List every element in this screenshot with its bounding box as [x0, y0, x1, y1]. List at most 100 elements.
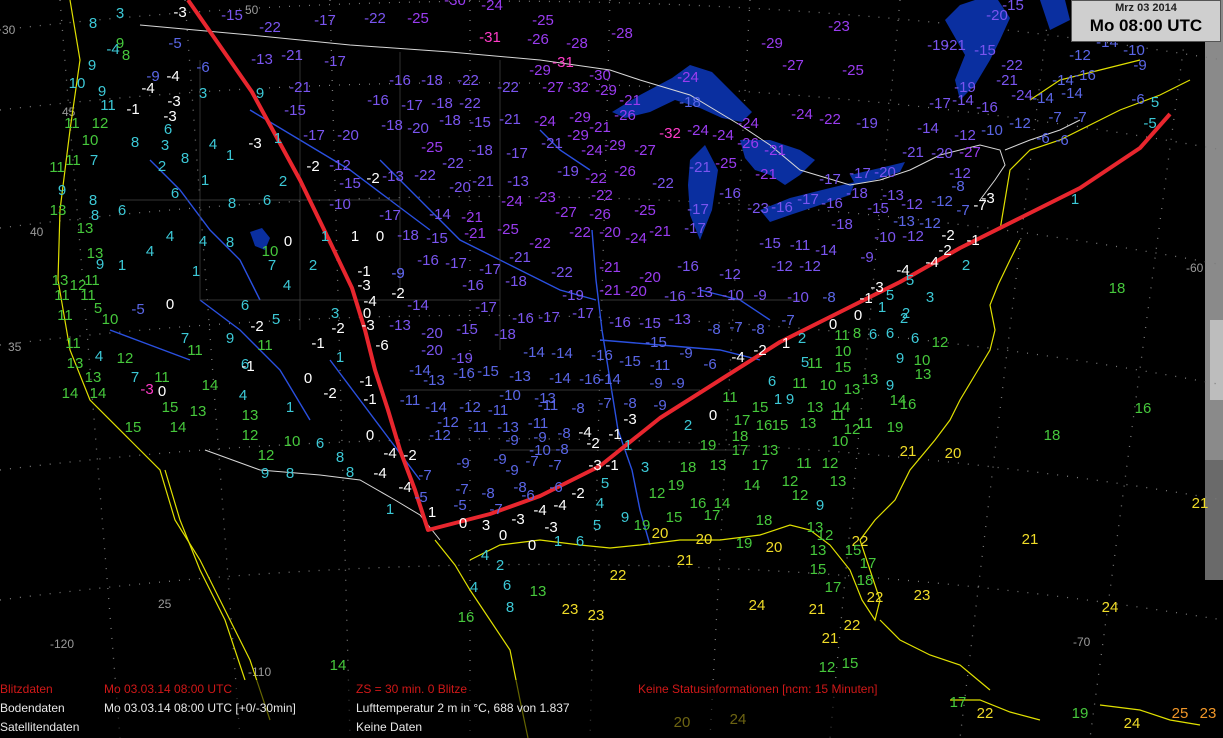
temperature-label: -2 [938, 242, 951, 259]
temperature-label: 10 [82, 132, 99, 149]
temperature-label: 11 [857, 415, 873, 432]
temperature-label: -8 [557, 425, 570, 442]
temperature-label: -17 [475, 299, 497, 316]
temperature-label: -11 [468, 419, 489, 436]
temperature-label: -3 [588, 457, 601, 474]
temperature-label: -15 [867, 200, 889, 217]
temperature-label: -25 [634, 202, 656, 219]
temperature-label: -17 [929, 95, 951, 112]
temperature-label: 2 [158, 158, 166, 175]
temperature-label: -1 [966, 232, 979, 249]
temperature-label: 9 [621, 509, 629, 526]
temperature-label: -17 [379, 207, 401, 224]
temperature-label: -2 [403, 447, 416, 464]
temperature-label: -22 [459, 95, 481, 112]
temperature-label: -16 [462, 277, 484, 294]
temperature-label: -24 [534, 113, 556, 130]
temperature-label: 2 [309, 257, 317, 274]
temperature-label: -19 [927, 37, 949, 54]
temperature-label: -29 [595, 82, 617, 99]
temperature-label: 17 [734, 412, 751, 429]
temperature-label: 14 [170, 419, 187, 436]
temperature-label: -12 [459, 399, 481, 416]
temperature-label: 12 [792, 487, 809, 504]
temperature-label: -15 [469, 114, 491, 131]
temperature-label: -22 [569, 224, 591, 241]
temperature-label: -14 [815, 242, 837, 259]
temperature-label: -1 [311, 335, 324, 352]
temperature-label: 17 [950, 694, 967, 711]
temperature-label: -21 [289, 79, 311, 96]
temperature-label: -24 [501, 193, 523, 210]
temperature-label: 6 [164, 121, 172, 138]
temperature-label: -14 [1052, 72, 1074, 89]
temperature-label: 12 [242, 427, 259, 444]
temperature-label: 9 [58, 182, 66, 199]
temperature-label: -14 [917, 120, 939, 137]
temperature-label: -19 [557, 163, 579, 180]
temperature-label: -21 [649, 223, 671, 240]
temperature-label: 7 [268, 257, 276, 274]
temperature-label: -3 [248, 135, 261, 152]
temperature-label: -32 [567, 79, 589, 96]
temperature-label: 6 [869, 326, 877, 343]
temperature-label: 19 [700, 437, 717, 454]
temperature-label: -1 [241, 358, 254, 375]
status-extra: Keine Statusinformationen [ncm: 15 Minut… [638, 682, 878, 696]
temperature-label: 1 [226, 147, 234, 164]
temperature-label: -1 [608, 426, 621, 443]
temperature-label: -22 [364, 10, 386, 27]
temperature-label: -9 [753, 287, 766, 304]
temperature-label: -2 [391, 285, 404, 302]
temperature-label: 8 [226, 234, 234, 251]
temperature-label: -19 [562, 287, 584, 304]
grid-label: -120 [50, 637, 74, 651]
temperature-label: -24 [1011, 87, 1033, 104]
grid-label: 30 [2, 23, 16, 37]
temperature-label: -14 [523, 344, 545, 361]
temperature-label: 13 [710, 457, 727, 474]
temperature-label: -2 [571, 485, 584, 502]
temperature-label: 13 [807, 399, 824, 416]
temperature-label: -26 [614, 107, 636, 124]
temperature-label: -21 [461, 209, 483, 226]
temperature-label: -26 [527, 31, 549, 48]
status-info: Lufttemperatur 2 m in °C, 688 von 1.837 [356, 701, 570, 715]
temperature-label: -18 [831, 216, 853, 233]
temperature-label: 6 [503, 577, 511, 594]
temperature-label: -13 [691, 284, 713, 301]
temperature-label: -20 [449, 179, 471, 196]
temperature-label: 15 [772, 417, 789, 434]
temperature-label: 5 [593, 517, 601, 534]
temperature-label: -23 [828, 18, 850, 35]
temperature-label: -28 [566, 35, 588, 52]
temperature-label: 21 [822, 630, 839, 647]
temperature-label: 20 [652, 525, 669, 542]
temperature-label: 14 [62, 385, 79, 402]
temperature-label: -21 [541, 135, 563, 152]
temperature-label: -16 [609, 314, 631, 331]
temperature-label: -32 [659, 125, 681, 142]
temperature-label: 21 [809, 601, 826, 618]
temperature-label: 16 [756, 417, 773, 434]
temperature-label: -16 [389, 72, 411, 89]
temperature-label: -31 [552, 54, 574, 71]
temperature-label: 10 [102, 311, 119, 328]
temperature-label: -21 [509, 249, 531, 266]
temperature-label: 19 [887, 419, 904, 436]
temperature-label: -9 [456, 455, 469, 472]
temperature-label: -22 [591, 187, 613, 204]
temperature-label: -25 [842, 62, 864, 79]
temperature-label: -12 [719, 266, 741, 283]
temperature-label: -20 [874, 164, 896, 181]
temperature-label: 12 [932, 334, 949, 351]
temperature-label: 11 [54, 287, 70, 304]
temperature-label: 0 [284, 233, 292, 250]
temperature-label: 9 [256, 85, 264, 102]
temperature-label: 1 [336, 349, 344, 366]
temperature-label: -27 [634, 142, 656, 159]
temperature-label: -22 [529, 235, 551, 252]
temperature-label: -11 [538, 397, 559, 414]
temperature-label: -15 [1002, 0, 1024, 14]
temperature-label: 14 [744, 477, 761, 494]
